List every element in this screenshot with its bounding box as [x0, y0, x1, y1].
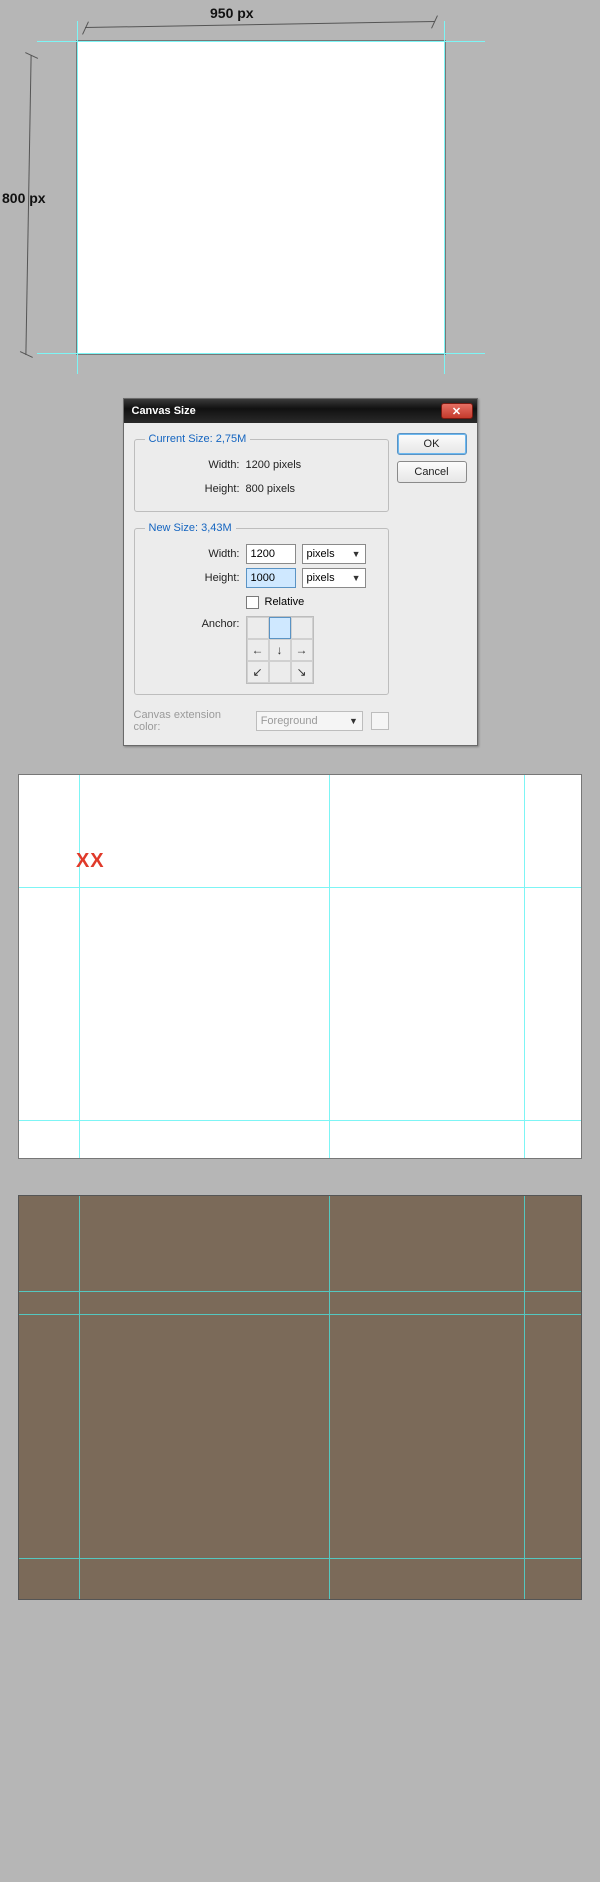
current-size-group: Current Size: 2,75M Width: 1200 pixels H…: [134, 433, 389, 512]
logo-text-post: DESIGN: [105, 850, 188, 872]
new-height-input[interactable]: [246, 568, 296, 588]
current-height-label: Height:: [145, 483, 240, 495]
extension-color-label: Canvas extension color:: [134, 709, 248, 733]
anchor-cell-bl[interactable]: ↙: [247, 661, 269, 683]
anchor-cell-tc[interactable]: [269, 617, 291, 639]
guide-vertical: [79, 775, 80, 1158]
close-button[interactable]: ✕: [441, 403, 473, 419]
guide-vertical: [329, 775, 330, 1158]
anchor-cell-br[interactable]: ↘: [291, 661, 313, 683]
dimension-label-width: 950 px: [210, 5, 254, 21]
guide-vertical: [444, 21, 445, 374]
guide-vertical: [79, 1196, 80, 1599]
logo-text-xx: XX: [76, 850, 105, 872]
arrow-left-icon: ←: [252, 643, 264, 657]
guide-horizontal: [19, 1291, 581, 1292]
anchor-cell-mc[interactable]: ↓: [269, 639, 291, 661]
current-width-value: 1200 pixels: [246, 459, 302, 471]
new-size-legend: New Size: 3,43M: [145, 522, 236, 534]
dialog-titlebar[interactable]: Canvas Size ✕: [124, 399, 477, 423]
anchor-cell-tr[interactable]: [291, 617, 313, 639]
dimension-line-top: [85, 21, 435, 28]
relative-label: Relative: [265, 596, 305, 608]
extension-color-value: Foreground: [261, 715, 318, 727]
relative-checkbox[interactable]: [246, 596, 259, 609]
canvas-preview-3: [18, 1195, 582, 1600]
chevron-down-icon: ▼: [352, 549, 361, 559]
extension-color-select[interactable]: Foreground ▼: [256, 711, 363, 731]
logo-placeholder-text: BETAXXDESIGN: [19, 850, 187, 873]
new-size-group: New Size: 3,43M Width: pixels ▼ Height:: [134, 522, 389, 695]
arrow-right-icon: →: [296, 643, 308, 657]
anchor-cell-bc[interactable]: [269, 661, 291, 683]
guide-horizontal: [19, 1314, 581, 1315]
height-unit-select[interactable]: pixels ▼: [302, 568, 366, 588]
ok-button[interactable]: OK: [397, 433, 467, 455]
logo-text-pre: BETA: [19, 850, 76, 872]
extension-color-row: Canvas extension color: Foreground ▼: [134, 705, 389, 733]
guide-vertical: [524, 1196, 525, 1599]
canvas-size-dialog: Canvas Size ✕ Current Size: 2,75M Width:…: [123, 398, 478, 746]
anchor-label: Anchor:: [145, 616, 240, 630]
current-size-legend: Current Size: 2,75M: [145, 433, 251, 445]
chevron-down-icon: ▼: [352, 573, 361, 583]
guide-horizontal: [37, 353, 485, 354]
new-height-label: Height:: [145, 572, 240, 584]
new-width-input[interactable]: [246, 544, 296, 564]
guide-horizontal: [37, 41, 485, 42]
arrow-down-right-icon: ↘: [296, 665, 306, 679]
guide-vertical: [329, 1196, 330, 1599]
width-unit-select[interactable]: pixels ▼: [302, 544, 366, 564]
canvas-preview-2: BETAXXDESIGN: [18, 774, 582, 1159]
guide-vertical: [524, 775, 525, 1158]
new-width-label: Width:: [145, 548, 240, 560]
chevron-down-icon: ▼: [349, 716, 358, 726]
height-unit-value: pixels: [307, 572, 335, 584]
cancel-button[interactable]: Cancel: [397, 461, 467, 483]
arrow-down-left-icon: ↙: [252, 665, 262, 679]
dialog-title: Canvas Size: [132, 405, 196, 417]
close-icon: ✕: [452, 405, 461, 418]
anchor-grid: ← ↓ → ↙ ↘: [246, 616, 314, 684]
anchor-cell-tl[interactable]: [247, 617, 269, 639]
guide-horizontal: [19, 1120, 581, 1121]
width-unit-value: pixels: [307, 548, 335, 560]
anchor-cell-ml[interactable]: ←: [247, 639, 269, 661]
current-width-label: Width:: [145, 459, 240, 471]
guide-horizontal: [19, 1558, 581, 1559]
current-height-value: 800 pixels: [246, 483, 296, 495]
extension-color-swatch[interactable]: [371, 712, 389, 730]
guide-vertical: [77, 21, 78, 374]
arrow-down-icon: ↓: [277, 643, 283, 657]
dimensioned-canvas-figure: 950 px 800 px: [0, 0, 600, 390]
dimension-label-height: 800 px: [2, 190, 46, 206]
canvas-preview-1: [76, 40, 446, 355]
anchor-cell-mr[interactable]: →: [291, 639, 313, 661]
guide-horizontal: [19, 887, 581, 888]
